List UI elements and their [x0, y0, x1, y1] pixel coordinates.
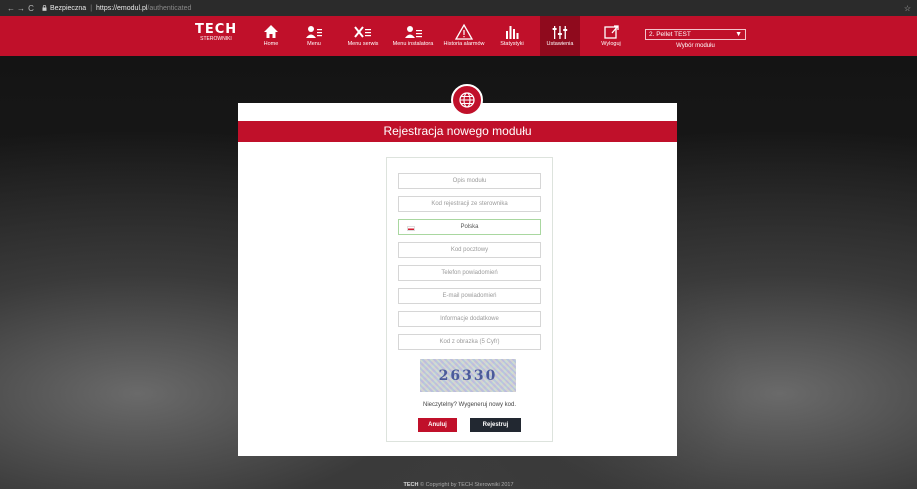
- module-select[interactable]: 2. Pellet TEST ▼: [645, 29, 746, 40]
- back-icon[interactable]: ←: [6, 4, 16, 13]
- chevron-down-icon: ▼: [735, 31, 742, 38]
- poland-flag-icon: [407, 226, 415, 231]
- logout-icon: [604, 25, 619, 39]
- lock-icon: [42, 5, 47, 11]
- nav-settings-label: Ustawienia: [546, 41, 574, 47]
- nav-logout[interactable]: Wyloguj: [596, 23, 626, 47]
- globe-icon: [451, 84, 483, 116]
- country-select[interactable]: Polska: [398, 219, 541, 235]
- nav-menu-label: Menu: [307, 41, 321, 47]
- sliders-icon: [552, 26, 568, 39]
- nav-alarm-history[interactable]: Historia alarmów: [440, 23, 488, 47]
- module-select-value: 2. Pellet TEST: [649, 31, 691, 38]
- address-bar[interactable]: Bezpieczna | https://emodul.pl /authenti…: [42, 5, 191, 12]
- postal-code-input[interactable]: Kod pocztowy: [398, 242, 541, 258]
- captcha-code-input[interactable]: Kod z obrazka (5 Cyfr): [398, 334, 541, 350]
- nav-installer-menu[interactable]: Menu instalatora: [387, 23, 439, 47]
- country-select-value: Polska: [460, 224, 479, 230]
- top-navigation: TECH STEROWNIKI Home Menu Menu serwis Me…: [0, 16, 917, 56]
- registration-code-input[interactable]: Kod rejestracji ze sterownika: [398, 196, 541, 212]
- footer-copyright: © Copyright by TECH Sterowniki 2017: [419, 482, 514, 488]
- warning-icon: [454, 23, 474, 40]
- nav-settings[interactable]: Ustawienia: [540, 16, 580, 56]
- user-menu-icon: [306, 26, 322, 38]
- reload-icon[interactable]: C: [26, 4, 36, 13]
- logo-sub-text: STEROWNIKI: [200, 36, 232, 42]
- nav-statistics-label: Statystyki: [500, 41, 524, 47]
- url-path: /authenticated: [147, 4, 192, 12]
- module-description-input[interactable]: Opis modułu: [398, 173, 541, 189]
- additional-info-input[interactable]: Informacje dodatkowe: [398, 311, 541, 327]
- nav-installer-menu-label: Menu instalatora: [392, 41, 434, 47]
- nav-alarm-history-label: Historia alarmów: [443, 41, 485, 47]
- module-select-caption: Wybór modułu: [676, 43, 715, 49]
- installer-icon: [405, 26, 422, 38]
- footer: TECH © Copyright by TECH Sterowniki 2017: [0, 482, 917, 488]
- nav-menu[interactable]: Menu: [303, 23, 325, 47]
- logo-main-text: TECH: [195, 22, 238, 37]
- nav-logout-label: Wyloguj: [601, 41, 621, 47]
- captcha-image: 26330: [420, 359, 516, 392]
- nav-service-menu[interactable]: Menu serwis: [343, 23, 383, 47]
- tools-icon: [354, 26, 371, 38]
- notification-phone-input[interactable]: Telefon powiadomień: [398, 265, 541, 281]
- forward-icon[interactable]: →: [16, 4, 26, 13]
- url-separator: |: [90, 4, 93, 12]
- url-host: https://emodul.pl: [96, 4, 148, 12]
- browser-toolbar: ← → C Bezpieczna | https://emodul.pl /au…: [0, 0, 917, 16]
- nav-home-label: Home: [263, 41, 279, 47]
- notification-email-input[interactable]: E-mail powiadomień: [398, 288, 541, 304]
- footer-brand: TECH: [403, 482, 419, 488]
- cancel-button[interactable]: Anuluj: [418, 418, 457, 432]
- refresh-captcha-link[interactable]: Nieczytelny? Wygeneruj nowy kod.: [386, 402, 553, 408]
- home-icon: [264, 25, 278, 38]
- bookmark-star-icon[interactable]: ☆: [904, 4, 911, 13]
- tech-logo[interactable]: TECH STEROWNIKI: [195, 22, 238, 43]
- bar-chart-icon: [506, 26, 519, 39]
- nav-home[interactable]: Home: [259, 23, 283, 47]
- nav-statistics[interactable]: Statystyki: [497, 23, 527, 47]
- register-button[interactable]: Rejestruj: [470, 418, 521, 432]
- nav-service-menu-label: Menu serwis: [347, 41, 379, 47]
- secure-label: Bezpieczna: [50, 4, 87, 12]
- panel-title: Rejestracja nowego modułu: [238, 121, 677, 142]
